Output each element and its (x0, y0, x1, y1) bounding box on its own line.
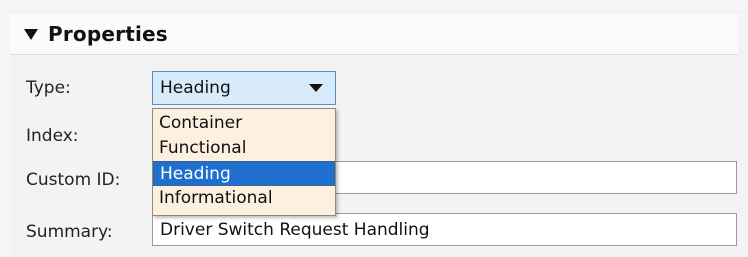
index-label: Index: (26, 126, 79, 146)
type-options-list[interactable]: Container Functional Heading Information… (152, 108, 336, 216)
type-option-heading[interactable]: Heading (153, 161, 335, 186)
dropdown-arrow-icon[interactable] (309, 84, 323, 92)
properties-panel: Properties Type: Heading Index: 1 Custom… (10, 10, 748, 257)
type-dropdown-value: Heading (160, 78, 231, 98)
type-option-container[interactable]: Container (153, 111, 335, 136)
section-title: Properties (48, 22, 168, 46)
custom-id-label: Custom ID: (26, 170, 121, 190)
type-option-informational[interactable]: Informational (153, 186, 335, 211)
properties-header[interactable]: Properties (10, 14, 738, 55)
type-label: Type: (26, 78, 71, 98)
summary-label: Summary: (26, 222, 113, 242)
type-option-functional[interactable]: Functional (153, 136, 335, 161)
collapse-caret-icon[interactable] (24, 28, 38, 40)
summary-field[interactable]: Driver Switch Request Handling (152, 213, 737, 246)
type-dropdown[interactable]: Heading (152, 71, 336, 105)
